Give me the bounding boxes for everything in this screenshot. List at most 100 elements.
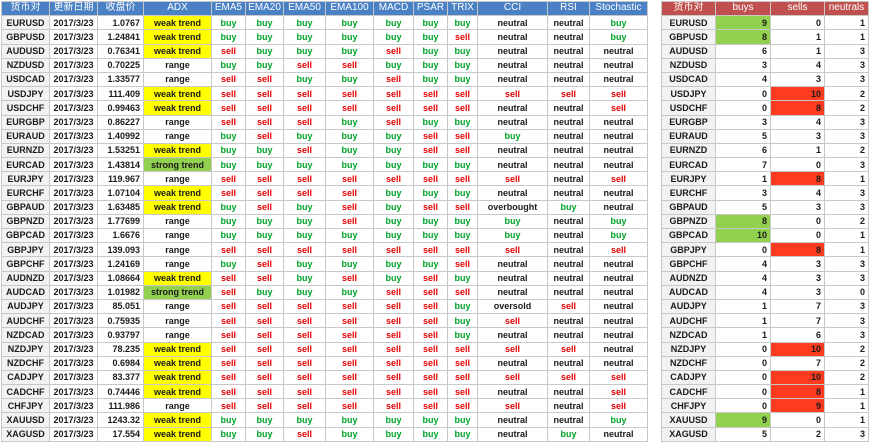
cell-stochastic: buy [589,15,648,31]
cell-ema5: sell [211,284,246,300]
cell-pair: GBPNZD [1,213,50,230]
cell-close: 0.75935 [97,313,144,329]
cell-ema5: buy [211,426,246,442]
cell-date: 2017/3/23 [49,355,98,371]
cell-cci: buy [477,128,548,144]
cell-ema100: sell [325,355,374,371]
summary-cell-pair: NZDJPY [661,341,716,357]
cell-ema20: sell [245,369,284,386]
cell-ema5: sell [211,398,246,414]
summary-cell-sells: 7 [770,355,825,371]
summary-cell-neutrals: 1 [824,412,869,428]
cell-ema20: buy [245,15,284,31]
summary-cell-neutrals: 2 [824,142,869,159]
cell-stochastic: neutral [589,71,648,88]
cell-stochastic: neutral [589,43,648,59]
summary-cell-pair: AUDJPY [661,298,716,315]
cell-pair: CADJPY [1,369,50,386]
summary-row: XAUUSD 9 0 1 [661,412,869,428]
cell-date: 2017/3/23 [49,256,98,272]
cell-ema50: sell [283,384,326,400]
cell-ema100: buy [325,284,374,300]
cell-date: 2017/3/23 [49,157,98,173]
cell-psar: sell [413,128,448,144]
cell-psar: sell [413,199,448,215]
cell-pair: NZDJPY [1,341,50,357]
summary-cell-buys: 4 [715,71,771,88]
cell-ema5: sell [211,327,246,343]
cell-adx: strong trend [143,157,212,173]
cell-close: 17.554 [97,426,144,442]
cell-date: 2017/3/23 [49,284,98,300]
cell-ema20: buy [245,426,284,442]
cell-stochastic: neutral [589,327,648,343]
summary-row: AUDUSD 6 1 3 [661,43,869,59]
cell-stochastic: sell [589,171,648,187]
cell-pair: EURCAD [1,157,50,173]
summary-cell-buys: 3 [715,185,771,201]
cell-psar: sell [413,355,448,371]
cell-date: 2017/3/23 [49,114,98,130]
cell-ema20: sell [245,242,284,258]
cell-close: 1.63485 [97,199,144,215]
cell-rsi: neutral [547,43,590,59]
table-row: NZDCHF 2017/3/23 0.6984 weak trend sell sell s… [1,355,648,371]
summary-cell-buys: 1 [715,327,771,343]
cell-ema100: sell [325,384,374,400]
summary-cell-neutrals: 1 [824,15,869,31]
cell-trix: sell [447,242,478,258]
cell-cci: neutral [477,256,548,272]
table-row: GBPCAD 2017/3/23 1.6676 range buy buy buy buy bu… [1,227,648,244]
cell-macd: buy [373,128,414,144]
header-ema20: EMA20 [245,0,284,17]
summary-header-pair: 货币对 [661,0,716,17]
cell-ema100: buy [325,29,374,45]
cell-macd: buy [373,227,414,244]
cell-date: 2017/3/23 [49,398,98,414]
summary-cell-buys: 5 [715,128,771,144]
cell-date: 2017/3/23 [49,86,98,102]
cell-ema50: sell [283,298,326,315]
cell-macd: sell [373,298,414,315]
cell-trix: buy [447,15,478,31]
cell-ema100: sell [325,57,374,73]
cell-ema5: buy [211,227,246,244]
cell-psar: sell [413,384,448,400]
cell-trix: sell [447,100,478,116]
cell-ema5: buy [211,213,246,230]
cell-close: 0.6984 [97,355,144,371]
cell-stochastic: neutral [589,298,648,315]
cell-ema20: sell [245,313,284,329]
cell-pair: EURNZD [1,142,50,159]
cell-ema50: buy [283,227,326,244]
cell-trix: sell [447,171,478,187]
header-ema5: EMA5 [211,0,246,17]
header-rsi: RSI [547,0,590,17]
cell-macd: sell [373,86,414,102]
cell-trix: buy [447,313,478,329]
summary-cell-buys: 3 [715,114,771,130]
cell-rsi: sell [547,86,590,102]
summary-cell-neutrals: 2 [824,341,869,357]
cell-psar: sell [413,398,448,414]
cell-rsi: neutral [547,142,590,159]
summary-cell-sells: 3 [770,128,825,144]
summary-cell-sells: 0 [770,213,825,230]
cell-stochastic: neutral [589,142,648,159]
summary-cell-buys: 6 [715,142,771,159]
cell-stochastic: neutral [589,270,648,286]
table-row: EURCAD 2017/3/23 1.43814 strong trend buy buy… [1,157,648,173]
cell-rsi: neutral [547,355,590,371]
cell-cci: buy [477,213,548,230]
cell-macd: sell [373,327,414,343]
cell-ema5: sell [211,43,246,59]
cell-macd: buy [373,157,414,173]
summary-row: EURCAD 7 0 3 [661,157,869,173]
table-row: CADJPY 2017/3/23 83.377 weak trend sell sell s… [1,369,648,386]
table-row: CHFJPY 2017/3/23 111.986 range sell sell sell s… [1,398,648,414]
cell-ema5: buy [211,57,246,73]
cell-psar: buy [413,29,448,45]
cell-date: 2017/3/23 [49,369,98,386]
cell-date: 2017/3/23 [49,341,98,357]
cell-stochastic: sell [589,398,648,414]
